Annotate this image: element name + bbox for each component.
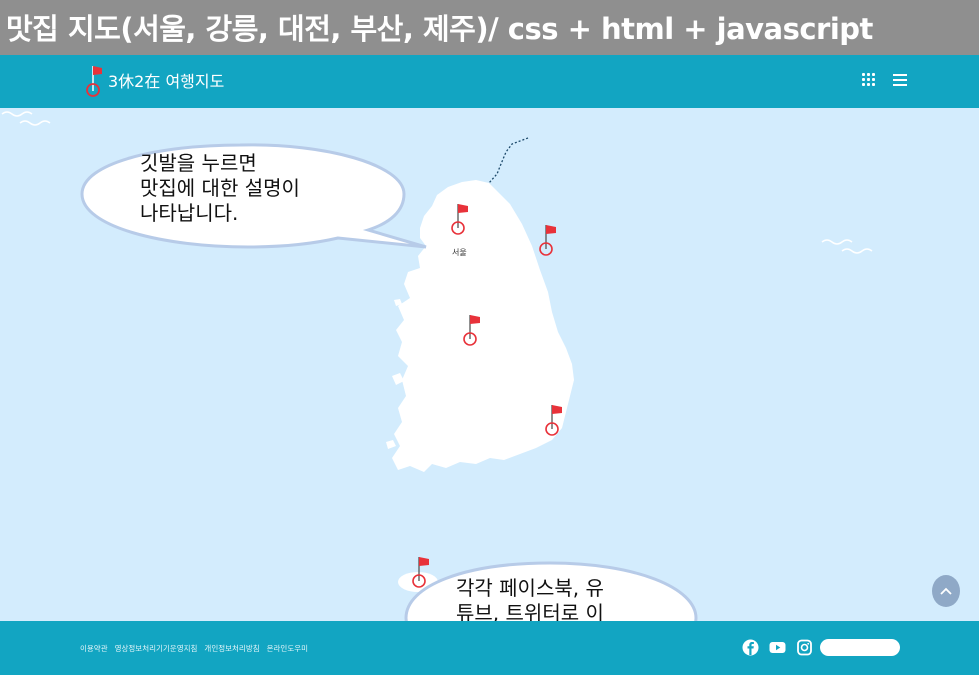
instagram-icon[interactable] <box>796 639 813 656</box>
scroll-top-button[interactable] <box>932 575 960 607</box>
flag-pin-daejeon[interactable] <box>460 313 482 349</box>
caption-title: 맛집 지도(서울, 강릉, 대전, 부산, 제주)/ css + html + … <box>6 12 873 46</box>
nav-icons <box>862 73 907 86</box>
wave-decoration-right <box>821 239 873 254</box>
footer-link-cctv-policy[interactable]: 영상정보처리기기운영지침 <box>115 643 198 654</box>
footer-link-terms[interactable]: 이용약관 <box>80 643 108 654</box>
app-window: 3休2在 여행지도 서울 깃발을 누르면 맛집에 대한 설명이 나타납니다. 각… <box>0 55 979 675</box>
city-label-seoul: 서울 <box>452 248 467 257</box>
grid-icon[interactable] <box>862 73 875 86</box>
chevron-up-icon <box>940 587 952 595</box>
youtube-icon[interactable] <box>769 639 786 656</box>
footer: 이용약관 영상정보처리기기운영지침 개인정보처리방침 온라인도우미 <box>0 621 979 675</box>
footer-link-help[interactable]: 온라인도우미 <box>267 643 308 654</box>
callout-top-text: 깃발을 누르면 맛집에 대한 설명이 나타납니다. <box>140 151 300 225</box>
footer-search-field[interactable] <box>820 639 900 656</box>
north-border-line <box>488 137 529 184</box>
wave-decoration-left <box>1 111 51 126</box>
menu-icon[interactable] <box>893 73 907 86</box>
footer-link-privacy[interactable]: 개인정보처리방침 <box>204 643 259 654</box>
facebook-icon[interactable] <box>742 639 759 656</box>
flag-pin-busan[interactable] <box>542 403 564 439</box>
social-buttons <box>742 639 813 656</box>
flag-logo-icon <box>86 66 102 97</box>
caption-bar: 맛집 지도(서울, 강릉, 대전, 부산, 제주)/ css + html + … <box>0 0 979 55</box>
flag-pin-gangneung[interactable] <box>536 223 558 259</box>
site-logo[interactable]: 3休2在 여행지도 <box>84 63 224 97</box>
flag-pin-seoul[interactable] <box>448 202 470 238</box>
logo-text: 3休2在 여행지도 <box>108 72 225 91</box>
footer-links: 이용약관 영상정보처리기기운영지침 개인정보처리방침 온라인도우미 <box>80 643 308 654</box>
top-nav: 3休2在 여행지도 <box>0 55 979 108</box>
